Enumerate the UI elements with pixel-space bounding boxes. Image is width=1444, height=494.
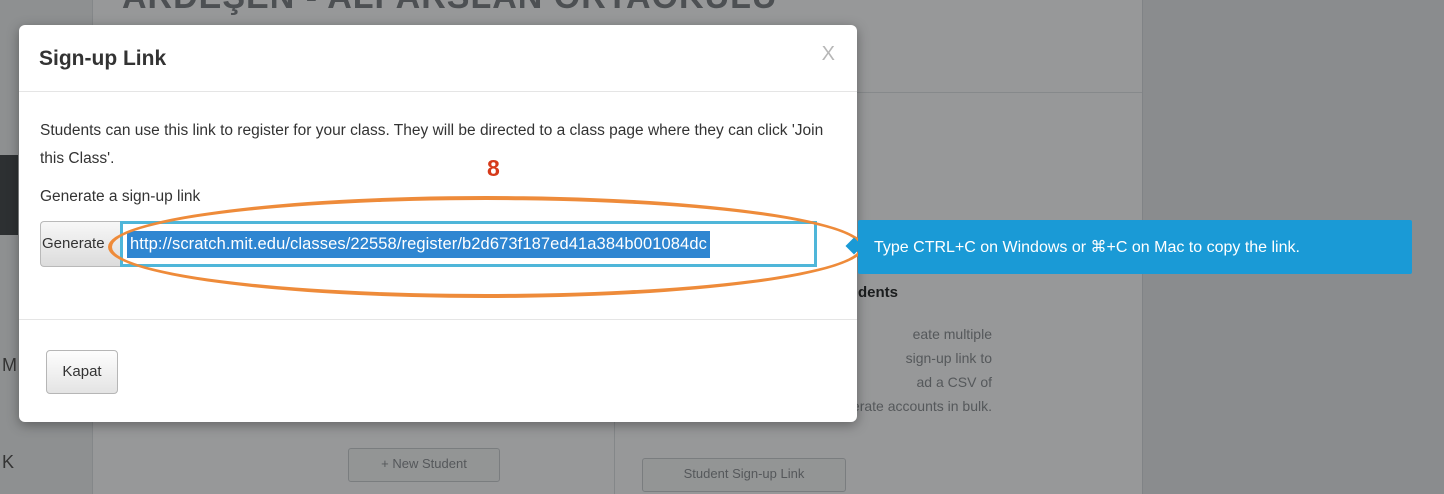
highlight-ellipse [108,196,864,298]
step-marker: 8 [487,155,500,181]
close-icon[interactable]: X [822,43,835,66]
kapat-button[interactable]: Kapat [46,350,118,394]
modal-header: Sign-up Link X [19,25,857,92]
modal-title: Sign-up Link [39,47,167,70]
generate-label: Generate a sign-up link [40,188,201,205]
footer-divider [19,319,857,320]
modal-description: Students can use this link to register f… [40,122,824,167]
copy-tooltip: Type CTRL+C on Windows or ⌘+C on Mac to … [858,220,1412,274]
